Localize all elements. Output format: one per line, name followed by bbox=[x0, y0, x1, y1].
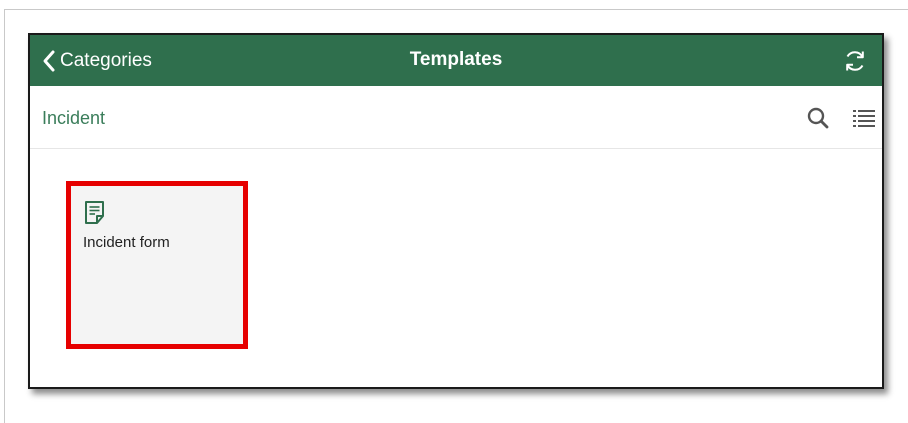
page-title: Templates bbox=[409, 49, 503, 70]
templates-grid: Incident form bbox=[30, 149, 882, 387]
list-view-icon bbox=[852, 110, 876, 133]
app-window: Categories Templates Incident Incident f… bbox=[28, 33, 884, 389]
refresh-button[interactable] bbox=[842, 48, 868, 74]
list-view-button[interactable] bbox=[852, 107, 876, 129]
category-toolbar: Incident bbox=[30, 86, 882, 149]
template-card-incident-form[interactable]: Incident form bbox=[66, 181, 248, 349]
category-label: Incident bbox=[42, 108, 106, 128]
search-icon bbox=[806, 107, 830, 134]
search-button[interactable] bbox=[806, 106, 830, 130]
navigation-bar: Categories Templates bbox=[30, 35, 882, 86]
refresh-icon bbox=[842, 51, 868, 78]
template-card-title: Incident form bbox=[83, 234, 170, 251]
form-document-icon bbox=[84, 200, 106, 226]
